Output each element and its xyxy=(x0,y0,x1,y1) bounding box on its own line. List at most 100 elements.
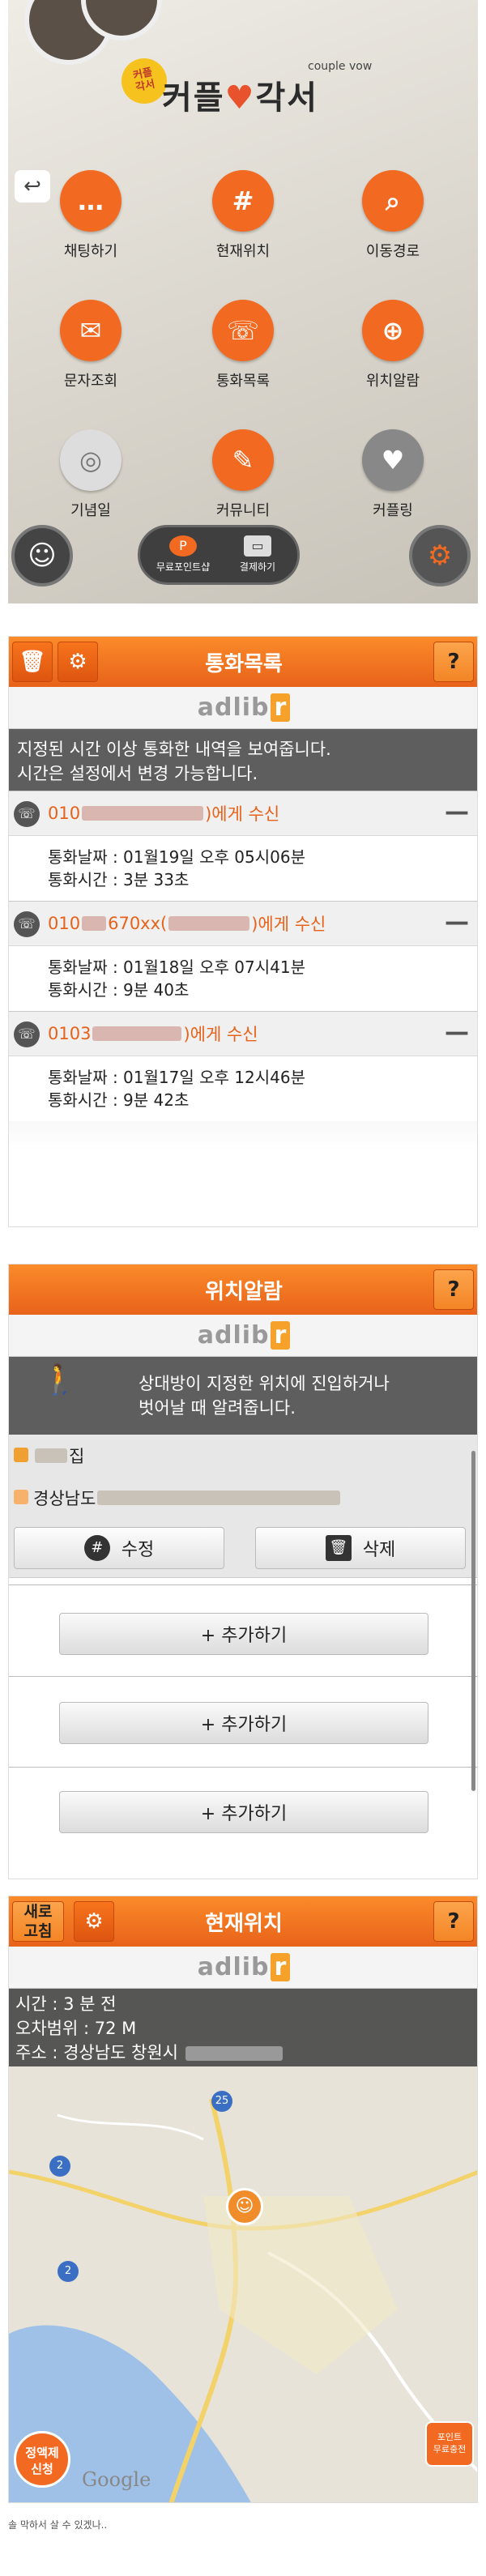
menu-label: 커뮤니티 xyxy=(215,502,271,519)
free-points-label: 무료포인트샵 xyxy=(156,561,211,573)
menu-community[interactable]: ✎ 커뮤니티 xyxy=(182,429,304,520)
current-location-screen: 새로 고침 ⚙ 현재위치 ? adlib r 25 2 2 ☺ Google 정액… xyxy=(8,1896,478,2503)
alarm-place-row: 집 xyxy=(9,1435,477,1477)
adlib-r: r xyxy=(271,1953,291,1981)
call-suffix: )에게 수신 xyxy=(251,915,326,934)
location-address-row: 주소 : 경상남도 창원시 xyxy=(15,2041,472,2065)
free-points-charge-button[interactable]: 포인트 무료충전 xyxy=(425,2421,474,2467)
logo-subtitle: couple vow xyxy=(308,60,373,73)
menu-call-log[interactable]: ☏ 통화목록 xyxy=(182,300,304,390)
free-points-shop-button[interactable]: P 무료포인트샵 xyxy=(147,532,220,581)
phone-icon: ☏ xyxy=(14,911,40,937)
target-icon: ⊕ xyxy=(362,300,424,361)
location-alarm-screen: 위치알람 ? adlib r 🚶 상대방이 지정한 위치에 진입하거나 벗어날 때… xyxy=(8,1264,478,1879)
location-marker-icon[interactable]: ☺ xyxy=(226,2188,263,2225)
location-info-overlay: 시간 : 3 분 전 오차범위 : 72 M 주소 : 경상남도 창원시 xyxy=(9,1989,477,2066)
list-item[interactable]: ☏ 0103 )에게 수신 — 통화날짜 : 01월17일 오후 12시46분 통… xyxy=(9,1011,477,1121)
info-banner: 지정된 시간 이상 통화한 내역을 보여줍니다. 시간은 설정에서 변경 가능합… xyxy=(9,729,477,791)
info-banner: 🚶 상대방이 지정한 위치에 진입하거나 벗어날 때 알려줍니다. xyxy=(9,1357,477,1435)
refresh-button[interactable]: 새로 고침 xyxy=(12,1901,64,1942)
menu-current-location[interactable]: # 현재위치 xyxy=(182,170,304,261)
place-address: 경상남도 xyxy=(33,1489,96,1508)
page-title: 통화목록 xyxy=(205,651,283,676)
settings-button[interactable]: ⚙ xyxy=(409,525,471,586)
redacted-block xyxy=(82,806,204,821)
place-name: 집 xyxy=(69,1447,85,1466)
ad-banner[interactable]: adlib r xyxy=(9,1315,477,1357)
title-bar: 위치알람 ? xyxy=(9,1265,477,1315)
card-icon: ▭ xyxy=(244,535,271,557)
menu-label: 문자조회 xyxy=(63,373,118,390)
ad-banner[interactable]: adlib r xyxy=(9,1947,477,1989)
trash-icon: 🗑 xyxy=(19,650,46,674)
location-time: 시간 : 3 분 전 xyxy=(15,1994,117,2014)
help-button[interactable]: ? xyxy=(433,1901,474,1942)
ad-banner[interactable]: adlib r xyxy=(9,687,477,729)
payment-button[interactable]: ▭ 결제하기 xyxy=(221,532,294,581)
menu-couple-ring[interactable]: ♥ 커플링 xyxy=(332,429,454,520)
menu-messages[interactable]: ✉ 문자조회 xyxy=(30,300,151,390)
call-suffix: )에게 수신 xyxy=(183,1025,258,1044)
call-details: 통화날짜 : 01월18일 오후 07시41분 통화시간 : 9분 40초 xyxy=(9,946,477,1011)
collapse-button[interactable]: — xyxy=(445,1018,469,1047)
call-details: 통화날짜 : 01월17일 오후 12시46분 통화시간 : 9분 42초 xyxy=(9,1056,477,1121)
help-button[interactable]: ? xyxy=(433,1269,474,1310)
divider xyxy=(9,1584,477,1585)
menu-anniversary[interactable]: ◎ 기념일 xyxy=(30,429,151,520)
envelope-icon: ✉ xyxy=(60,300,122,361)
location-pin-icon: # xyxy=(212,170,274,232)
menu-location-alarm[interactable]: ⊕ 위치알람 xyxy=(332,300,454,390)
map-view[interactable]: 25 2 2 ☺ Google 정액제 신청 포인트 무료충전 xyxy=(9,2066,477,2502)
pencil-icon: # xyxy=(83,1535,110,1561)
collapse-button[interactable]: — xyxy=(445,908,469,936)
gear-icon: ⚙ xyxy=(84,1909,104,1934)
add-button[interactable]: + 추가하기 xyxy=(59,1613,428,1655)
home-screen: 커플 각서 커플♥각서 couple vow ↩ … 채팅하기 # 현재위치 ⌕… xyxy=(8,0,478,603)
question-icon: ? xyxy=(447,650,460,674)
settings-button[interactable]: ⚙ xyxy=(74,1901,114,1942)
list-item[interactable]: ☏ 010)에게 수신 — 통화날짜 : 01월19일 오후 05시06분 통화… xyxy=(9,791,477,901)
edit-button[interactable]: # 수정 xyxy=(14,1527,224,1569)
call-duration: 통화시간 : 9분 42초 xyxy=(48,1090,190,1110)
menu-label: 이동경로 xyxy=(365,243,420,260)
menu-label: 현재위치 xyxy=(215,243,271,260)
divider xyxy=(9,1767,477,1768)
rings-icon: ◎ xyxy=(60,429,122,491)
collapse-button[interactable]: — xyxy=(445,798,469,826)
call-number: 0103 xyxy=(48,1024,92,1043)
list-item[interactable]: ☏ 010 670xx()에게 수신 — 통화날짜 : 01월18일 오후 07시… xyxy=(9,901,477,1011)
call-date: 통화날짜 : 01월17일 오후 12시46분 xyxy=(48,1068,305,1087)
gear-icon: ⚙ xyxy=(68,650,87,674)
walking-person-icon: 🚶 xyxy=(41,1363,78,1397)
adlib-r: r xyxy=(271,693,291,722)
adlib-logo: adlib r xyxy=(198,1953,291,1981)
menu-label: 위치알람 xyxy=(365,373,420,390)
delete-button[interactable]: 🗑 삭제 xyxy=(255,1527,466,1569)
edit-label: 수정 xyxy=(121,1540,155,1560)
faded-list-item xyxy=(9,1121,477,1150)
call-date: 통화날짜 : 01월19일 오후 05시06분 xyxy=(48,847,305,867)
logo-title-right: 각서 xyxy=(255,79,319,117)
profile-button[interactable]: ☺ xyxy=(11,525,73,586)
help-button[interactable]: ? xyxy=(433,642,474,682)
phone-icon: ☏ xyxy=(14,1021,40,1047)
call-date: 통화날짜 : 01월18일 오후 07시41분 xyxy=(48,957,305,977)
add-button[interactable]: + 추가하기 xyxy=(59,1702,428,1744)
tag-icon xyxy=(14,1490,28,1504)
call-log-screen: 🗑 ⚙ 통화목록 ? adlib r 지정된 시간 이상 통화한 내역을 보여줍니… xyxy=(8,636,478,1227)
flat-rate-plan-button[interactable]: 정액제 신청 xyxy=(14,2431,70,2488)
add-button[interactable]: + 추가하기 xyxy=(59,1791,428,1833)
divider xyxy=(9,1676,477,1677)
home-bottom-bar: ☺ P 무료포인트샵 ▭ 결제하기 ⚙ xyxy=(8,518,478,603)
call-header: ☏ 010 670xx()에게 수신 — xyxy=(9,901,477,946)
app-logo: 커플 각서 커플♥각서 couple vow xyxy=(105,50,381,117)
tag-icon xyxy=(14,1448,28,1462)
call-duration: 통화시간 : 3분 33초 xyxy=(48,870,190,889)
menu-chat[interactable]: … 채팅하기 xyxy=(30,170,151,261)
trash-button[interactable]: 🗑 xyxy=(12,642,53,682)
scrollbar[interactable] xyxy=(471,1451,475,1791)
menu-route[interactable]: ⌕ 이동경로 xyxy=(332,170,454,261)
redacted-block xyxy=(92,1026,182,1041)
location-accuracy: 오차범위 : 72 M xyxy=(15,2019,137,2038)
settings-button[interactable]: ⚙ xyxy=(58,642,98,682)
